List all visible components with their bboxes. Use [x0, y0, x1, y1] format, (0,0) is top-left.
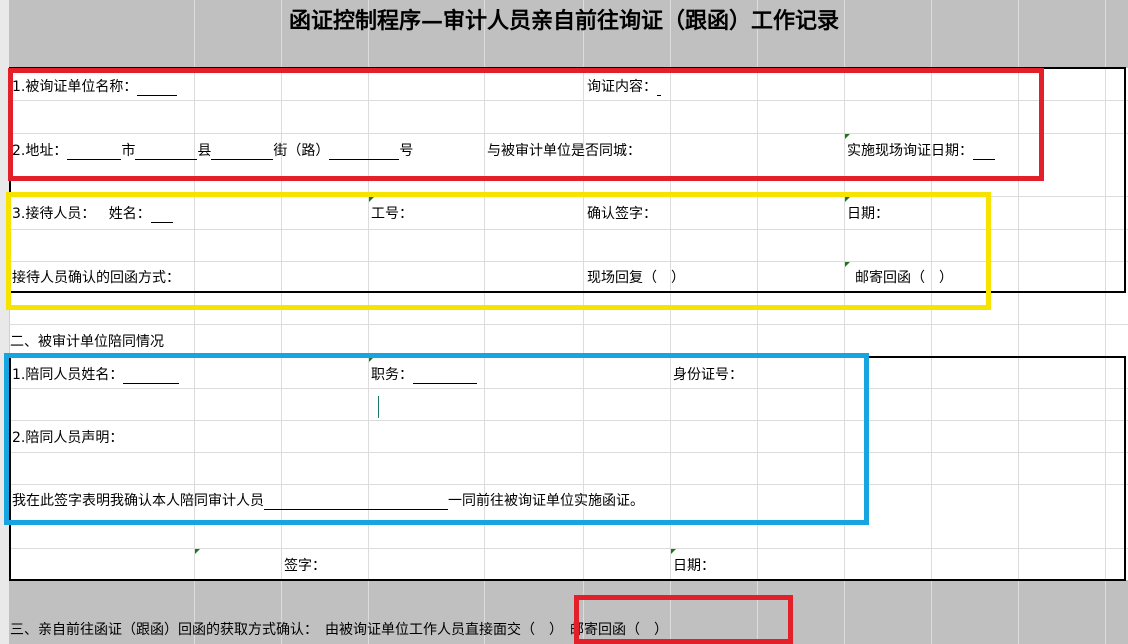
highlight-box-red-bottom: [574, 595, 793, 644]
page-title: 函证控制程序—审计人员亲自前往询证（跟函）工作记录: [288, 8, 839, 34]
comment-indicator: [671, 549, 676, 554]
highlight-box-red-top: [8, 68, 1044, 181]
section2-date-label[interactable]: 日期：: [673, 557, 715, 575]
highlight-box-blue: [4, 353, 869, 525]
gridline: [9, 324, 1128, 325]
signature-label[interactable]: 签字：: [284, 557, 326, 575]
comment-indicator: [195, 549, 200, 554]
section2-header: 二、被审计单位陪同情况: [10, 334, 164, 350]
section3-text[interactable]: 三、亲自前往函证（跟函）回函的获取方式确认： 由被询证单位工作人员直接面交（ ）…: [10, 621, 668, 639]
highlight-box-yellow: [6, 192, 991, 310]
spreadsheet: 函证控制程序—审计人员亲自前往询证（跟函）工作记录 1.被询证单位名称： 询证内…: [0, 0, 1128, 644]
